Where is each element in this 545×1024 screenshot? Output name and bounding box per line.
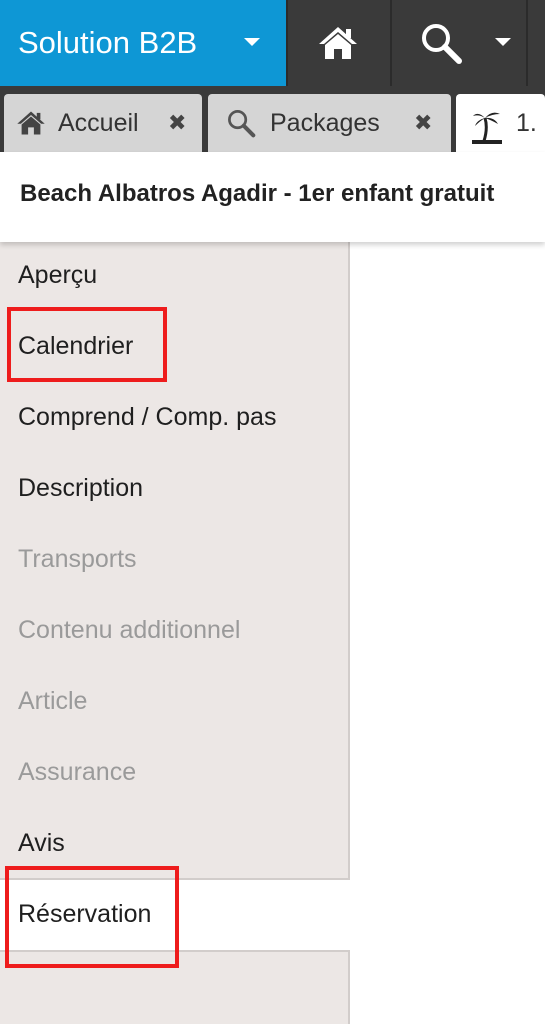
home-button[interactable] xyxy=(288,0,388,86)
sidebar-item-assurance: Assurance xyxy=(18,758,137,786)
search-menu-button[interactable] xyxy=(392,0,524,86)
top-bar: Solution B2B xyxy=(0,0,545,86)
tab-package-detail[interactable]: 1. xyxy=(456,94,545,160)
brand-label: Solution B2B xyxy=(18,25,198,60)
sidebar-item-article: Article xyxy=(18,687,88,715)
sidebar-item-calendrier[interactable]: Calendrier xyxy=(18,332,133,361)
package-header: Beach Albatros Agadir - 1er enfant gratu… xyxy=(0,152,545,242)
toolbar-divider xyxy=(526,0,528,86)
caret-down-icon xyxy=(495,38,511,46)
sidebar-item-comprend[interactable]: Comprend / Comp. pas xyxy=(18,403,276,432)
home-icon xyxy=(319,27,357,59)
search-icon xyxy=(228,110,256,138)
close-icon[interactable]: ✖ xyxy=(414,94,432,152)
sidebar-nav-lower xyxy=(0,950,350,1024)
home-icon xyxy=(17,111,45,135)
sidebar-item-reservation[interactable]: Réservation xyxy=(18,900,151,929)
close-icon[interactable]: ✖ xyxy=(168,94,186,152)
sidebar-item-transports: Transports xyxy=(18,545,137,573)
palm-tree-icon xyxy=(472,112,502,144)
search-icon xyxy=(422,24,462,64)
tab-strip: Accueil ✖ Packages ✖ 1. xyxy=(0,86,545,160)
tab-packages[interactable]: Packages ✖ xyxy=(208,94,451,152)
page-title: Beach Albatros Agadir - 1er enfant gratu… xyxy=(20,180,495,207)
sidebar-item-apercu[interactable]: Aperçu xyxy=(18,261,97,290)
sidebar-item-description[interactable]: Description xyxy=(18,474,143,503)
sidebar-item-avis[interactable]: Avis xyxy=(18,829,65,858)
tab-label: Accueil xyxy=(58,109,139,137)
brand-menu-button[interactable]: Solution B2B xyxy=(0,0,286,86)
caret-down-icon xyxy=(244,38,260,46)
sidebar-item-contenu-additionnel: Contenu additionnel xyxy=(18,616,241,644)
tab-label: 1. xyxy=(516,109,537,137)
tab-accueil[interactable]: Accueil ✖ xyxy=(4,94,202,152)
tab-label: Packages xyxy=(270,109,380,137)
